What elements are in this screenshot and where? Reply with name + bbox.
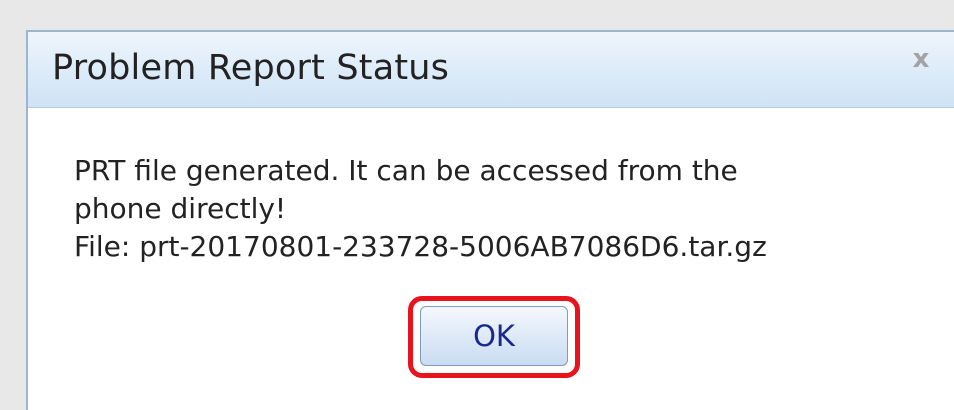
ok-button[interactable]: OK: [420, 306, 568, 366]
message-line: PRT file generated. It can be accessed f…: [74, 154, 738, 187]
file-name-line: File: prt-20170801-233728-5006AB7086D6.t…: [74, 230, 767, 263]
message-line: phone directly!: [74, 192, 287, 225]
close-icon[interactable]: x: [906, 44, 936, 74]
problem-report-status-dialog: Problem Report Status x PRT file generat…: [26, 30, 954, 410]
dialog-message: PRT file generated. It can be accessed f…: [74, 152, 934, 266]
dialog-title: Problem Report Status: [52, 48, 450, 88]
dialog-titlebar: Problem Report Status x: [28, 32, 954, 108]
